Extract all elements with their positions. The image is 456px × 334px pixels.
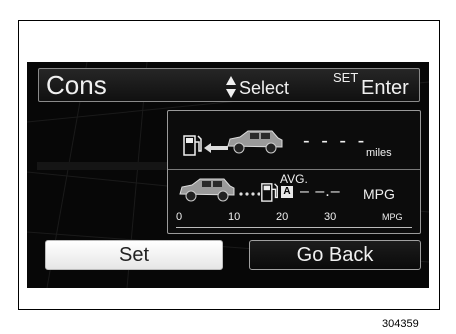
range-value: - - - - xyxy=(303,130,368,152)
select-hint: Select xyxy=(239,78,290,98)
scale-tick-label: 0 xyxy=(176,211,183,223)
fuel-info-panel: - - - - miles AVG. A – –.– MPG 0 10 20 3… xyxy=(167,110,421,234)
header-bar: Cons Select SET Enter xyxy=(38,68,420,102)
scale-line xyxy=(176,227,412,228)
mpg-scale: 0 10 20 30 MPG xyxy=(176,211,416,231)
car-icon xyxy=(227,130,283,154)
car-icon xyxy=(179,178,235,202)
avg-mpg-value: – –.– xyxy=(300,183,341,200)
fuel-pump-icon xyxy=(183,135,202,156)
up-down-arrows-icon xyxy=(226,76,236,98)
range-arrow-icon xyxy=(204,143,228,153)
scale-tick-label: 20 xyxy=(276,211,289,223)
scale-tick-label: 30 xyxy=(324,211,337,223)
avg-mpg-unit: MPG xyxy=(363,186,395,202)
range-unit: miles xyxy=(366,147,392,159)
set-key-label: SET xyxy=(333,70,359,85)
set-button[interactable]: Set xyxy=(45,240,223,270)
figure-number: 304359 xyxy=(382,318,419,330)
display-screen: Cons Select SET Enter - - - - miles AVG.… xyxy=(27,62,429,288)
scale-tick-label: 10 xyxy=(228,211,241,223)
screen-title: Cons xyxy=(46,70,107,100)
enter-hint: Enter xyxy=(361,77,409,99)
trip-a-badge: A xyxy=(281,186,293,198)
scale-unit: MPG xyxy=(382,212,403,222)
dotted-connector-icon xyxy=(239,192,260,196)
go-back-button[interactable]: Go Back xyxy=(249,240,421,270)
panel-divider xyxy=(168,169,420,170)
fuel-pump-icon xyxy=(261,183,278,202)
